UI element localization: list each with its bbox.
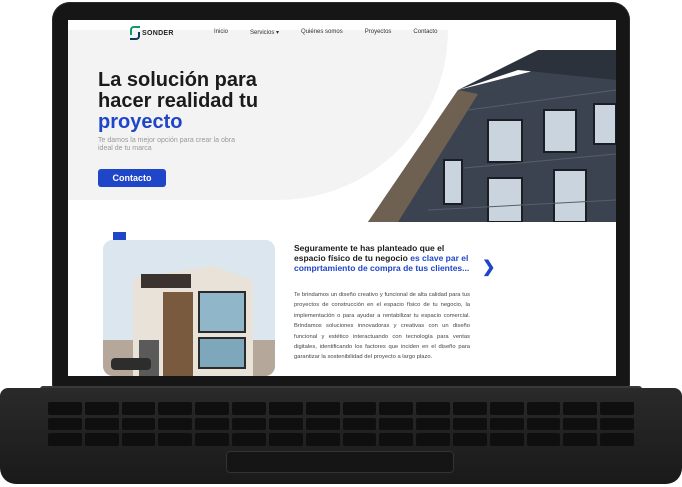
house-photo-card (103, 240, 275, 376)
nav-item-contacto[interactable]: Contacto (413, 29, 437, 36)
hero-title: La solución para hacer realidad tu proye… (98, 70, 328, 133)
brand-logo[interactable]: SONDER (130, 26, 174, 40)
nav-item-quienes-somos[interactable]: Quiénes somos (301, 29, 343, 36)
top-navigation: SONDER Inicio Servicios ▾ Quiénes somos … (68, 20, 616, 46)
laptop-keyboard (48, 402, 634, 446)
chevron-right-icon[interactable]: ❯ (482, 257, 495, 277)
nav-item-inicio[interactable]: Inicio (214, 29, 228, 36)
nav-menu: Inicio Servicios ▾ Quiénes somos Proyect… (214, 29, 437, 36)
sonder-logo-icon (130, 26, 140, 40)
hero-title-accent: proyecto (98, 111, 183, 133)
hero-title-line-2: hacer realidad tu (98, 90, 259, 112)
laptop-trackpad (226, 451, 454, 473)
contact-button[interactable]: Contacto (98, 169, 166, 187)
brand-name: SONDER (142, 29, 174, 37)
section-body: Te brindamos un diseño creativo y funcio… (294, 292, 470, 361)
hero-building-image (368, 50, 616, 222)
laptop-frame: SONDER Inicio Servicios ▾ Quiénes somos … (0, 0, 682, 487)
hero-title-line-1: La solución para (98, 69, 257, 91)
hero-subtitle: Te damos la mejor opción para crear la o… (98, 137, 235, 152)
nav-item-proyectos[interactable]: Proyectos (365, 29, 392, 36)
nav-item-servicios[interactable]: Servicios ▾ (250, 29, 279, 36)
website-screen: SONDER Inicio Servicios ▾ Quiénes somos … (68, 20, 616, 376)
section-title: Seguramente te has planteado que el espa… (294, 243, 474, 273)
